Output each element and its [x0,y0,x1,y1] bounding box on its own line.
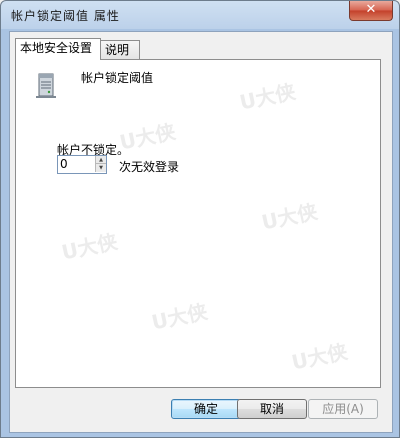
cancel-button[interactable]: 取消 [237,399,307,419]
tab-label: 本地安全设置 [20,41,93,55]
tab-panel [15,59,381,388]
tab-local-security-setting[interactable]: 本地安全设置 [15,38,101,60]
apply-button[interactable]: 应用(A) [308,399,378,419]
ok-button[interactable]: 确定 [171,399,241,419]
server-icon [36,73,56,98]
properties-dialog: 帐户锁定阈值 属性 ✕ 本地安全设置 说明 帐户锁定阈值 帐户不锁定。 ▲ ▼ … [0,0,400,438]
window-title: 帐户锁定阈值 属性 [11,9,120,23]
lockout-threshold-stepper[interactable]: ▲ ▼ [57,155,107,174]
invalid-logon-suffix: 次无效登录 [119,160,180,174]
tab-explain[interactable]: 说明 [100,40,140,60]
close-icon: ✕ [365,2,377,17]
close-button[interactable]: ✕ [349,1,393,21]
spin-up-button[interactable]: ▲ [95,156,106,164]
tab-label: 说明 [105,43,130,57]
lockout-threshold-input[interactable] [60,157,94,171]
policy-title: 帐户锁定阈值 [81,71,154,85]
spin-down-button[interactable]: ▼ [95,164,106,172]
title-bar[interactable]: 帐户锁定阈值 属性 ✕ [1,1,399,29]
